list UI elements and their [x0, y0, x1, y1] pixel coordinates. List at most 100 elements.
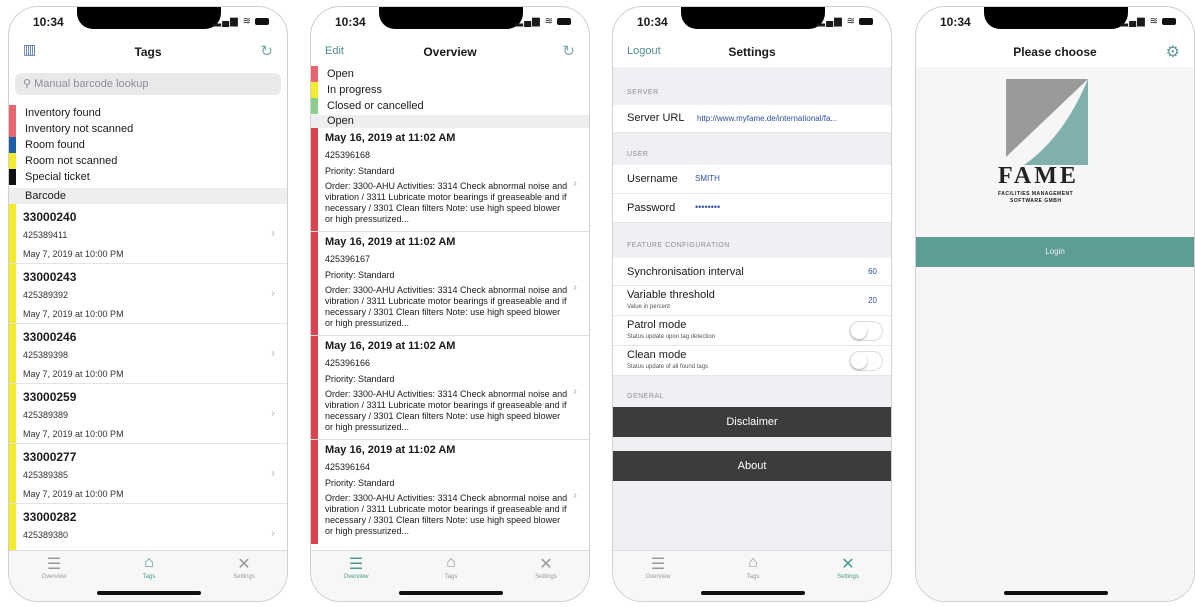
- tab-label: Settings: [233, 574, 255, 580]
- tag-icon: ⌂: [144, 554, 154, 571]
- item-priority: Priority: Standard: [325, 374, 395, 384]
- list-icon: ☰: [46, 556, 62, 573]
- tools-icon: ✕: [237, 556, 251, 573]
- search-icon: ⚲: [23, 78, 35, 90]
- row-barcode: 33000277: [23, 450, 77, 464]
- patrol-mode-toggle[interactable]: [849, 321, 883, 341]
- threshold-label: Variable threshold: [627, 289, 715, 301]
- legend-swatch: [311, 98, 318, 114]
- login-button[interactable]: Login: [916, 237, 1194, 267]
- fame-logo: FAME Facilities Management Software GmbH: [984, 77, 1114, 217]
- tab-label: Overview: [41, 574, 67, 580]
- patrol-mode-label: Patrol mode: [627, 319, 687, 331]
- legend-swatch: [9, 153, 16, 169]
- threshold-value[interactable]: 20: [868, 296, 877, 305]
- home-indicator: [1004, 591, 1108, 595]
- clean-mode-toggle[interactable]: [849, 351, 883, 371]
- item-id: 425396164: [325, 462, 371, 472]
- row-date: May 7, 2019 at 10:00 PM: [23, 249, 124, 259]
- threshold-sub: Value in percent: [627, 304, 670, 310]
- legend-label: Inventory found: [25, 107, 101, 119]
- tab-tags[interactable]: ⌂ Tags: [114, 554, 184, 580]
- tab-overview[interactable]: ☰ Overview: [19, 554, 89, 580]
- row-number: 425389389: [23, 410, 69, 420]
- status-bar: 10:34 ▂▄▆ ≋: [916, 7, 1194, 37]
- password-field[interactable]: ••••••••: [695, 202, 720, 212]
- tab-label: Settings: [535, 574, 557, 580]
- row-number: 425389385: [23, 470, 69, 480]
- home-indicator: [97, 591, 201, 595]
- tab-overview[interactable]: ☰ Overview: [321, 554, 391, 580]
- server-url-field[interactable]: http://www.myfame.de/international/fa...: [697, 114, 837, 123]
- item-description: Order: 3300-AHU Activities: 3314 Check a…: [325, 285, 568, 328]
- refresh-icon[interactable]: ↻: [260, 42, 273, 60]
- notch: [379, 7, 523, 29]
- notch: [681, 7, 825, 29]
- server-url-row[interactable]: Server URL http://www.myfame.de/internat…: [613, 105, 891, 133]
- patrol-mode-row: Patrol mode Status update upon tag detec…: [613, 316, 891, 346]
- sync-interval-row[interactable]: Synchronisation interval 60: [613, 258, 891, 286]
- signal-wifi-battery-icon: ▂▄▆ ≋: [1120, 16, 1176, 27]
- phone-settings-screen: 10:34 ▂▄▆ ≋ Logout Settings SERVER Serve…: [612, 6, 892, 602]
- legend-swatch: [9, 137, 16, 153]
- tab-tags[interactable]: ⌂ Tags: [718, 554, 788, 580]
- tab-settings[interactable]: ✕ Settings: [511, 554, 581, 580]
- item-description: Order: 3300-AHU Activities: 3314 Check a…: [325, 389, 568, 432]
- signal-wifi-battery-icon: ▂▄▆ ≋: [817, 16, 873, 27]
- table-row[interactable]: 33000240 425389411 May 7, 2019 at 10:00 …: [9, 204, 287, 264]
- sync-interval-value[interactable]: 60: [868, 267, 877, 276]
- legend-item: Closed or cancelled: [311, 98, 589, 114]
- nav-bar: Logout Settings: [613, 37, 891, 67]
- tab-label: Tags: [746, 574, 760, 580]
- list-item[interactable]: May 16, 2019 at 11:02 AM 425396164 Prior…: [311, 440, 589, 544]
- legend-swatch: [311, 82, 318, 98]
- tools-icon: ✕: [841, 556, 855, 573]
- username-field[interactable]: SMITH: [695, 174, 720, 183]
- table-row[interactable]: 33000243 425389392 May 7, 2019 at 10:00 …: [9, 264, 287, 324]
- chevron-right-icon: ›: [573, 176, 577, 190]
- refresh-icon[interactable]: ↻: [562, 42, 575, 60]
- home-indicator: [701, 591, 805, 595]
- item-id: 425396167: [325, 254, 371, 264]
- status-time: 10:34: [335, 15, 366, 29]
- status-time: 10:34: [940, 15, 971, 29]
- table-row[interactable]: 33000246 425389398 May 7, 2019 at 10:00 …: [9, 324, 287, 384]
- table-row[interactable]: 33000259 425389389 May 7, 2019 at 10:00 …: [9, 384, 287, 444]
- tab-label: Tags: [142, 574, 156, 580]
- page-title: Tags: [134, 45, 162, 59]
- item-date: May 16, 2019 at 11:02 AM: [325, 132, 456, 144]
- disclaimer-button[interactable]: Disclaimer: [613, 407, 891, 437]
- list-item[interactable]: May 16, 2019 at 11:02 AM 425396167 Prior…: [311, 232, 589, 336]
- status-bar-indicator: [9, 444, 16, 503]
- legend-swatch: [311, 66, 318, 82]
- list-icon: ☰: [650, 556, 666, 573]
- about-button[interactable]: About: [613, 451, 891, 481]
- tab-tags[interactable]: ⌂ Tags: [416, 554, 486, 580]
- item-description: Order: 3300-AHU Activities: 3314 Check a…: [325, 181, 568, 224]
- home-indicator: [399, 591, 503, 595]
- section-header-general: GENERAL: [627, 393, 664, 400]
- row-barcode: 33000259: [23, 390, 77, 404]
- list-item[interactable]: May 16, 2019 at 11:02 AM 425396166 Prior…: [311, 336, 589, 440]
- chevron-right-icon: ›: [271, 466, 275, 480]
- search-input[interactable]: ⚲ Manual barcode lookup: [15, 73, 281, 95]
- table-row[interactable]: 33000277 425389385 May 7, 2019 at 10:00 …: [9, 444, 287, 504]
- password-row[interactable]: Password ••••••••: [613, 194, 891, 223]
- tab-settings[interactable]: ✕ Settings: [209, 554, 279, 580]
- username-row[interactable]: Username SMITH: [613, 165, 891, 194]
- row-number: 425389380: [23, 530, 69, 540]
- legend-label: Special ticket: [25, 171, 90, 183]
- gear-icon[interactable]: ⚙: [1166, 42, 1180, 62]
- row-date: May 7, 2019 at 10:00 PM: [23, 369, 124, 379]
- tab-settings[interactable]: ✕ Settings: [813, 554, 883, 580]
- status-time: 10:34: [637, 15, 668, 29]
- status-bar: 10:34 ▂▄▆ ≋: [311, 7, 589, 37]
- tag-icon: ⌂: [446, 554, 456, 571]
- threshold-row[interactable]: Variable threshold Value in percent 20: [613, 286, 891, 316]
- tab-overview[interactable]: ☰ Overview: [623, 554, 693, 580]
- status-bar-indicator: [311, 128, 318, 231]
- list-item[interactable]: May 16, 2019 at 11:02 AM 425396168 Prior…: [311, 128, 589, 232]
- legend-label: Room found: [25, 139, 85, 151]
- item-priority: Priority: Standard: [325, 270, 395, 280]
- logo-graphic: [1006, 79, 1088, 165]
